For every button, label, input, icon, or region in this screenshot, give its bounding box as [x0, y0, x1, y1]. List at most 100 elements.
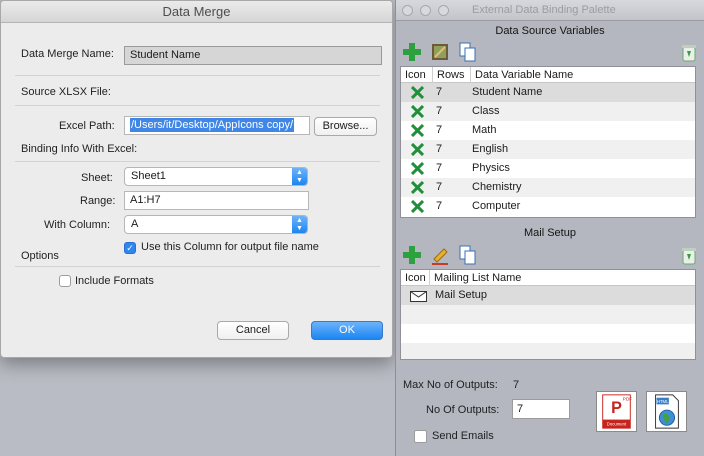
trash-icon[interactable]	[679, 245, 699, 265]
variable-name: Physics	[472, 162, 510, 174]
empty-row	[401, 305, 695, 324]
mailing-list-table: Icon Mailing List Name Mail Setup	[400, 269, 696, 360]
duplicate-icon[interactable]	[458, 245, 478, 265]
table-header: Icon Rows Data Variable Name	[401, 67, 695, 83]
browse-button[interactable]: Browse...	[314, 117, 377, 136]
palette-title: External Data Binding Palette	[472, 4, 616, 16]
column-header-mailing-list[interactable]: Mailing List Name	[430, 270, 695, 286]
select-arrows-icon: ▲ ▼	[292, 168, 307, 185]
send-emails-label: Send Emails	[432, 430, 494, 442]
html-output-icon[interactable]: HTML	[646, 391, 687, 432]
column-header-name[interactable]: Data Variable Name	[471, 67, 695, 83]
sheet-select[interactable]: Sheet1 ▲ ▼	[124, 167, 308, 186]
zoom-icon[interactable]	[438, 5, 449, 16]
mailing-list-name: Mail Setup	[435, 289, 487, 301]
include-formats-checkbox[interactable]	[59, 275, 71, 287]
send-emails-checkbox[interactable]	[414, 430, 427, 443]
excel-icon	[411, 200, 424, 213]
no-outputs-field[interactable]: 7	[512, 399, 570, 419]
max-outputs-label: Max No of Outputs:	[403, 379, 498, 391]
svg-text:P: P	[611, 399, 622, 417]
merge-name-label: Data Merge Name:	[21, 48, 114, 60]
include-formats-label: Include Formats	[75, 275, 154, 287]
divider	[15, 266, 380, 267]
html-badge-text: HTML	[657, 399, 669, 404]
use-column-checkbox[interactable]: ✓	[124, 242, 136, 254]
table-row[interactable]: 7 Math	[401, 121, 695, 140]
no-outputs-label: No Of Outputs:	[426, 404, 500, 416]
cancel-button[interactable]: Cancel	[217, 321, 289, 340]
excel-icon	[411, 86, 424, 99]
close-icon[interactable]	[402, 5, 413, 16]
variable-name: Chemistry	[472, 181, 522, 193]
column-select[interactable]: A ▲ ▼	[124, 215, 308, 234]
sheet-label: Sheet:	[81, 172, 113, 184]
variable-rows: 7	[436, 143, 443, 155]
column-header-rows[interactable]: Rows	[433, 67, 471, 83]
variable-name: Student Name	[472, 86, 543, 98]
empty-row	[401, 343, 695, 359]
pdf-document-icon: P PDF Document	[602, 394, 633, 429]
minimize-icon[interactable]	[420, 5, 431, 16]
select-arrows-icon: ▲ ▼	[292, 216, 307, 233]
palette-titlebar: External Data Binding Palette	[396, 0, 704, 21]
add-icon[interactable]	[402, 245, 422, 265]
ok-button[interactable]: OK	[311, 321, 383, 340]
range-label: Range:	[80, 195, 116, 207]
trash-icon[interactable]	[679, 42, 699, 62]
column-header-icon[interactable]: Icon	[401, 67, 433, 83]
variable-rows: 7	[436, 105, 443, 117]
divider	[15, 105, 380, 106]
pdf-output-icon[interactable]: P PDF Document	[596, 391, 637, 432]
excel-icon	[411, 105, 424, 118]
variable-rows: 7	[436, 162, 443, 174]
max-outputs-value: 7	[513, 379, 520, 391]
variable-rows: 7	[436, 124, 443, 136]
variable-name: Math	[472, 124, 497, 136]
divider	[15, 161, 380, 162]
divider	[15, 75, 380, 76]
merge-name-field[interactable]: Student Name	[124, 46, 382, 65]
table-row[interactable]: 7 Physics	[401, 159, 695, 178]
data-variables-table: Icon Rows Data Variable Name 7 Student Na…	[400, 66, 696, 218]
table-row[interactable]: 7 Computer	[401, 197, 695, 216]
excel-path-label: Excel Path:	[59, 120, 115, 132]
use-column-label: Use this Column for output file name	[141, 241, 319, 253]
pdf-badge-text: PDF	[623, 397, 633, 403]
edit-pencil-icon[interactable]	[430, 245, 450, 265]
empty-row	[401, 324, 695, 343]
source-file-label: Source XLSX File:	[21, 86, 111, 98]
excel-icon	[411, 162, 424, 175]
excel-path-value: /Users/it/Desktop/AppIcons copy/	[130, 118, 295, 132]
table-row[interactable]: 7 Class	[401, 102, 695, 121]
html-globe-icon: HTML	[655, 394, 679, 429]
options-label: Options	[21, 250, 59, 262]
variable-name: Class	[472, 105, 500, 117]
table-row[interactable]: 7 English	[401, 140, 695, 159]
with-column-label: With Column:	[44, 219, 111, 231]
dialog-title: Data Merge	[1, 1, 392, 23]
variable-rows: 7	[436, 200, 443, 212]
column-value: A	[131, 218, 139, 230]
data-binding-palette: External Data Binding Palette Data Sourc…	[395, 0, 704, 456]
excel-path-field[interactable]: /Users/it/Desktop/AppIcons copy/	[124, 116, 310, 135]
excel-icon	[411, 143, 424, 156]
data-merge-dialog: Data Merge Data Merge Name: Student Name…	[0, 0, 393, 358]
duplicate-icon[interactable]	[458, 42, 478, 62]
excel-icon	[411, 181, 424, 194]
variable-rows: 7	[436, 86, 443, 98]
variable-name: Computer	[472, 200, 521, 212]
edit-icon[interactable]	[430, 42, 450, 62]
envelope-icon	[410, 291, 427, 302]
table-row[interactable]: 7 Student Name	[401, 83, 695, 102]
table-row[interactable]: 7 Chemistry	[401, 178, 695, 197]
column-header-icon[interactable]: Icon	[401, 270, 430, 286]
sheet-value: Sheet1	[131, 170, 166, 182]
list-item[interactable]: Mail Setup	[401, 286, 695, 305]
range-field[interactable]: A1:H7	[124, 191, 309, 210]
binding-info-label: Binding Info With Excel:	[21, 143, 138, 155]
data-source-title: Data Source Variables	[495, 25, 605, 37]
add-icon[interactable]	[402, 42, 422, 62]
mail-setup-title: Mail Setup	[524, 227, 576, 239]
pdf-caption-text: Document	[607, 421, 627, 426]
